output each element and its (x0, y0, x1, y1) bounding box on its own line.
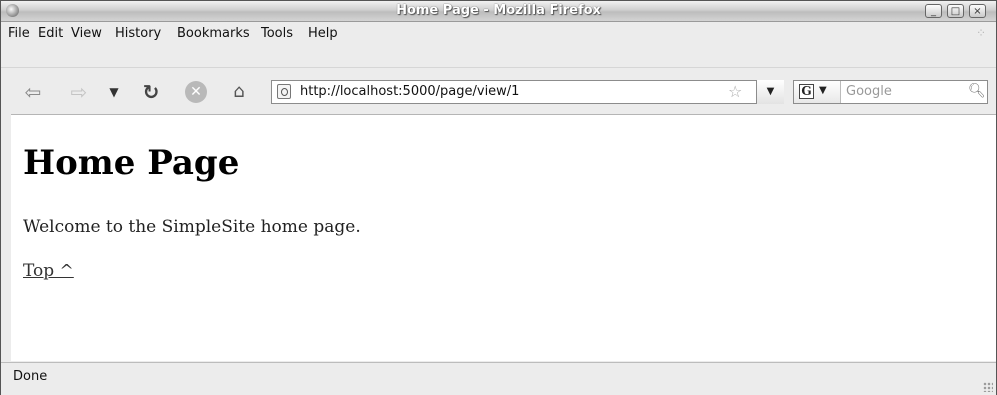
status-text: Done (13, 369, 48, 384)
menu-help[interactable]: Help (308, 26, 338, 41)
maximize-button[interactable]: □ (947, 4, 964, 18)
reload-icon[interactable]: ↻ (139, 80, 163, 104)
menu-file[interactable]: File (8, 26, 30, 41)
magnifier-icon[interactable]: 🔍︎ (968, 84, 986, 98)
page-content: Home Page Welcome to the SimpleSite home… (11, 114, 996, 361)
welcome-text: Welcome to the SimpleSite home page. (23, 217, 361, 237)
back-icon[interactable]: ⇦ (21, 80, 45, 104)
menu-view[interactable]: View (71, 26, 102, 41)
google-icon: G (799, 84, 814, 99)
status-bar: Done (1, 362, 996, 395)
history-dropdown-icon[interactable]: ▼ (107, 80, 121, 104)
resize-grip-icon[interactable] (983, 382, 993, 392)
site-identity-icon[interactable] (277, 84, 291, 99)
chevron-down-icon: ▼ (819, 85, 827, 96)
browser-window: Home Page - Mozilla Firefox _ □ × File E… (0, 0, 997, 395)
url-history-dropdown[interactable]: ▼ (756, 80, 784, 104)
menu-history[interactable]: History (115, 26, 161, 41)
stop-icon[interactable]: ✕ (185, 81, 207, 103)
title-bar[interactable]: Home Page - Mozilla Firefox _ □ × (1, 1, 996, 22)
url-text[interactable]: http://localhost:5000/page/view/1 (300, 84, 519, 99)
menu-tools[interactable]: Tools (261, 26, 293, 41)
top-link[interactable]: Top ^ (23, 261, 74, 281)
menu-edit[interactable]: Edit (38, 26, 63, 41)
throbber-icon: ⁘ (975, 26, 987, 40)
search-engine-button[interactable]: G ▼ (794, 81, 841, 103)
search-bar[interactable]: G ▼ 🔍︎ (793, 80, 988, 104)
minimize-button[interactable]: _ (925, 4, 942, 18)
bookmark-star-icon[interactable]: ☆ (728, 82, 742, 101)
page-heading: Home Page (23, 143, 240, 183)
home-icon[interactable]: ⌂ (227, 80, 251, 104)
menu-bar: File Edit View History Bookmarks Tools H… (1, 22, 996, 46)
navigation-toolbar: ⇦ ⇨ ▼ ↻ ✕ ⌂ http://localhost:5000/page/v… (1, 67, 996, 114)
close-button[interactable]: × (969, 4, 986, 18)
menu-bookmarks[interactable]: Bookmarks (177, 26, 250, 41)
forward-icon[interactable]: ⇨ (67, 80, 91, 104)
url-bar[interactable]: http://localhost:5000/page/view/1 ☆ ▼ (271, 80, 784, 104)
search-input[interactable] (846, 84, 956, 99)
window-title: Home Page - Mozilla Firefox (396, 3, 601, 18)
